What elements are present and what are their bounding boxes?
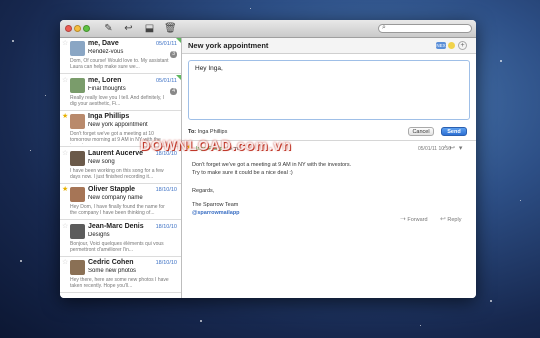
thread-count-badge: 4: [170, 87, 177, 95]
message-list[interactable]: ☆ me, Dave 05/01/11 Rendez-vous Dom, Of cour…: [60, 38, 182, 298]
minimize-window-button[interactable]: [74, 25, 81, 32]
compose-icon[interactable]: ✎: [103, 23, 114, 34]
background-star: [520, 200, 521, 201]
background-star: [420, 325, 421, 326]
compose-text[interactable]: Hey Inga,: [195, 65, 223, 72]
search-input[interactable]: ⌕: [378, 24, 472, 33]
avatar: [70, 150, 85, 166]
body-line: Don't forget we've got a meeting at 9 AM…: [192, 162, 352, 168]
message-subject: Final thoughts: [88, 85, 126, 92]
pane-header: New york appointment NEX +: [182, 38, 476, 54]
unread-corner-icon: [176, 38, 181, 43]
thread-count-badge: 3: [170, 51, 177, 58]
message-pane: New york appointment NEX + Hey Inga, To:…: [182, 38, 476, 298]
reply-arrow-icon[interactable]: ↩: [449, 145, 455, 152]
list-item[interactable]: ☆ me, Loren 05/01/11 Final thoughts Really r…: [60, 74, 181, 111]
avatar: [70, 41, 85, 56]
sender-name: Inga Phillips: [88, 113, 130, 120]
twitter-link[interactable]: @sparrowmailapp: [192, 210, 240, 216]
message-actions: ⁄ ↩ ▾: [444, 144, 462, 152]
regards-text: Regards,: [192, 188, 215, 194]
avatar: [70, 114, 85, 129]
label-badge[interactable]: NEX: [436, 42, 446, 49]
star-icon[interactable]: ☆: [62, 223, 68, 231]
sender-name: me, Dave: [88, 40, 119, 47]
sender-name: Oliver Stapple: [88, 186, 136, 193]
message-preview: Really really love you I tell. And defin…: [70, 94, 165, 107]
message-subject: Some new photos: [88, 268, 137, 274]
message-subject: New york appointment: [88, 122, 148, 128]
message-subject: New song: [88, 158, 115, 165]
message-date: 18/10/10: [155, 187, 177, 193]
reply-button[interactable]: ↩ Reply: [440, 215, 461, 223]
reply-icon: ↩: [440, 216, 446, 223]
send-button[interactable]: Send: [441, 127, 467, 136]
page-title: New york appointment: [188, 41, 269, 50]
star-icon[interactable]: ★: [62, 186, 68, 194]
avatar: [70, 260, 85, 275]
list-item[interactable]: ☆ Cedric Cohen 18/10/10 Some new photos Hey …: [60, 257, 181, 293]
to-value: Inga Phillips: [197, 129, 228, 135]
background-star: [250, 8, 251, 9]
more-chevron-down-icon[interactable]: ▾: [459, 145, 463, 152]
trash-icon[interactable]: 🗑: [164, 23, 177, 34]
background-star: [200, 320, 202, 322]
avatar: [70, 77, 85, 93]
close-window-button[interactable]: [65, 25, 72, 32]
forward-label: Forward: [407, 217, 428, 223]
background-star: [30, 150, 31, 151]
mail-window: ✎ ↩ ⬓ 🗑 ⌕ ☆ me, Dave 05/01/11 Rendez-vous Do…: [60, 20, 476, 298]
list-item[interactable]: ★ Oliver Stapple 18/10/10 New company name H…: [60, 184, 181, 220]
avatar: [70, 223, 85, 239]
background-star: [500, 60, 502, 62]
message-date: 18/10/10: [155, 260, 177, 266]
message-subject: New company name: [88, 195, 143, 201]
list-item[interactable]: ☆ me, Dave 05/01/11 Rendez-vous Dom, Of cour…: [60, 38, 181, 74]
star-icon[interactable]: ☆: [62, 40, 68, 48]
forward-icon: ➝: [400, 216, 406, 223]
message-date: 05/01/11: [155, 41, 177, 47]
reply-icon[interactable]: ↩: [123, 23, 134, 34]
search-icon: ⌕: [382, 24, 386, 31]
watermark-text: DOWNLOAD.com.vn: [140, 137, 292, 153]
star-icon[interactable]: ☆: [62, 150, 68, 158]
cancel-button[interactable]: Cancel: [408, 127, 434, 136]
list-item[interactable]: ☆ Jean-Marc Denis 18/10/10 Designs Bonjour, …: [60, 221, 181, 257]
message-date: 18/10/10: [155, 223, 177, 230]
toolbar: ✎ ↩ ⬓ 🗑 ⌕: [60, 20, 476, 38]
message-preview: Hey Dom, I have finally found the name f…: [70, 204, 165, 216]
sender-name: Cedric Cohen: [88, 259, 134, 266]
sender-name: Jean-Marc Denis: [88, 222, 144, 230]
background-star: [20, 260, 22, 262]
to-label: To:: [188, 129, 197, 135]
message-preview: Dom, Of course! Would love to. My assist…: [70, 58, 169, 70]
message-subject: Rendez-vous: [88, 49, 124, 55]
background-star: [45, 95, 46, 96]
star-icon[interactable]: ☆: [62, 77, 68, 85]
to-line: To: Inga Phillips: [188, 129, 227, 135]
forward-button[interactable]: ➝ Forward: [400, 215, 428, 223]
label-dot[interactable]: [448, 42, 455, 49]
message-preview: Hey there, here are some new photos I ha…: [70, 277, 169, 289]
message-date: 05/01/11: [155, 77, 177, 84]
reply-compose-field[interactable]: Hey Inga,: [188, 60, 470, 120]
message-preview: Bonjour, Voici quelques éléments qui vou…: [70, 240, 164, 253]
zoom-window-button[interactable]: [83, 25, 90, 32]
signature-text: The Sparrow Team: [192, 202, 239, 208]
star-icon[interactable]: ★: [62, 113, 68, 121]
reply-label: Reply: [447, 217, 462, 223]
avatar: [70, 187, 85, 202]
message-preview: I have been working on this song for a f…: [70, 167, 164, 180]
sender-name: me, Loren: [88, 76, 122, 84]
add-label-button[interactable]: +: [458, 41, 467, 50]
background-star: [490, 300, 492, 302]
unread-corner-icon: [176, 74, 181, 80]
attachment-icon[interactable]: ⁄: [444, 145, 445, 152]
star-icon[interactable]: ☆: [62, 259, 68, 267]
body-line: Try to make sure it could be a nice deal…: [192, 170, 293, 176]
message-subject: Designs: [88, 231, 110, 238]
sender-name: Laurent Aucerve: [88, 149, 143, 157]
archive-icon[interactable]: ⬓: [144, 23, 155, 34]
background-star: [12, 40, 14, 42]
